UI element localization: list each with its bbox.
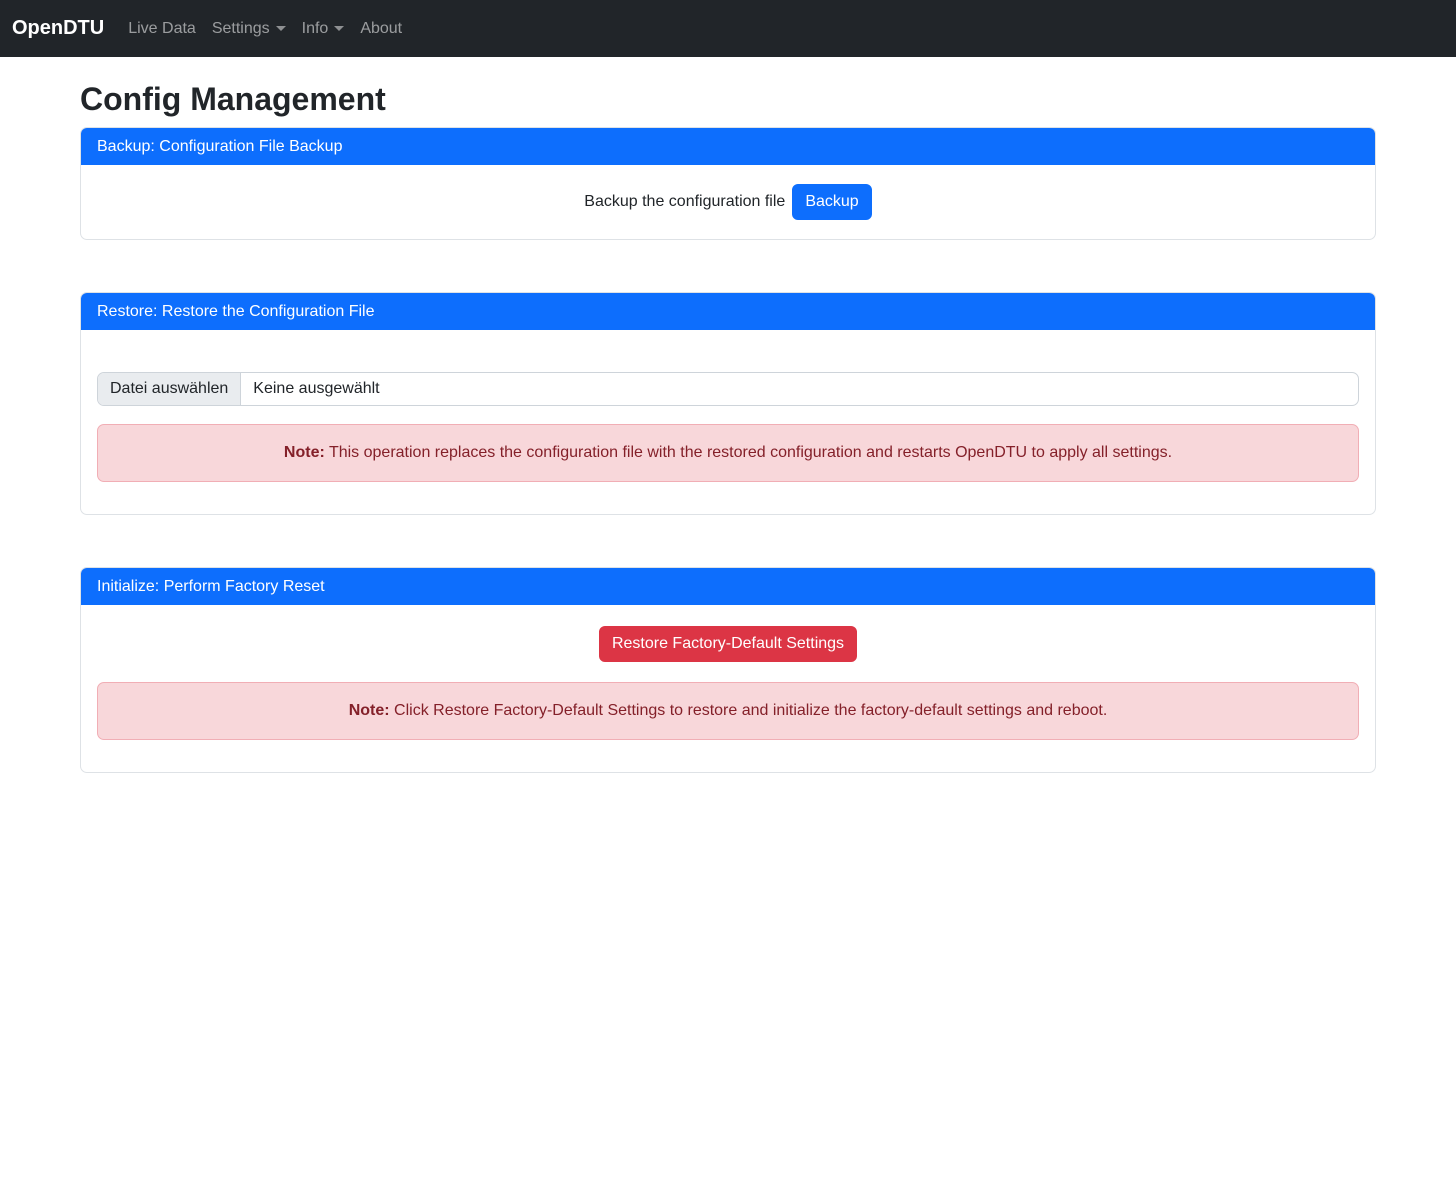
nav-item-about[interactable]: About: [352, 12, 410, 46]
restore-note-alert: Note: This operation replaces the config…: [97, 424, 1359, 482]
nav-item-live-data[interactable]: Live Data: [120, 12, 204, 46]
backup-label: Backup the configuration file: [584, 193, 785, 211]
backup-card: Backup: Configuration File Backup Backup…: [80, 127, 1376, 240]
initialize-card: Initialize: Perform Factory Reset Restor…: [80, 567, 1376, 773]
file-choose-button[interactable]: Datei auswählen: [98, 373, 241, 405]
nav-item-label: About: [360, 20, 402, 38]
chevron-down-icon: [276, 26, 286, 31]
backup-card-header: Backup: Configuration File Backup: [81, 128, 1375, 165]
note-text: Click Restore Factory-Default Settings t…: [394, 702, 1107, 719]
factory-reset-button[interactable]: Restore Factory-Default Settings: [599, 626, 857, 662]
initialize-card-header: Initialize: Perform Factory Reset: [81, 568, 1375, 605]
page-title: Config Management: [80, 80, 1376, 118]
nav-item-settings[interactable]: Settings: [204, 12, 294, 46]
brand-opendtu[interactable]: OpenDTU: [12, 17, 104, 40]
note-label: Note:: [349, 702, 390, 719]
backup-button[interactable]: Backup: [792, 184, 871, 220]
restore-card: Restore: Restore the Configuration File …: [80, 292, 1376, 515]
backup-card-body: Backup the configuration file Backup: [81, 165, 1375, 239]
note-text: This operation replaces the configuratio…: [329, 444, 1172, 461]
restore-card-body: Datei auswählen Keine ausgewählt Note: T…: [81, 330, 1375, 514]
nav-item-info[interactable]: Info: [294, 12, 353, 46]
nav-item-label: Info: [302, 20, 329, 38]
restore-card-header: Restore: Restore the Configuration File: [81, 293, 1375, 330]
nav-item-label: Settings: [212, 20, 270, 38]
note-label: Note:: [284, 444, 325, 461]
main-content: Config Management Backup: Configuration …: [80, 57, 1376, 773]
initialize-card-body: Restore Factory-Default Settings Note: C…: [81, 605, 1375, 772]
chevron-down-icon: [334, 26, 344, 31]
config-file-input[interactable]: Datei auswählen Keine ausgewählt: [97, 372, 1359, 406]
initialize-note-alert: Note: Click Restore Factory-Default Sett…: [97, 682, 1359, 740]
nav-item-label: Live Data: [128, 20, 196, 38]
file-status-text: Keine ausgewählt: [241, 373, 391, 405]
top-navbar: OpenDTU Live Data Settings Info About: [0, 0, 1456, 57]
